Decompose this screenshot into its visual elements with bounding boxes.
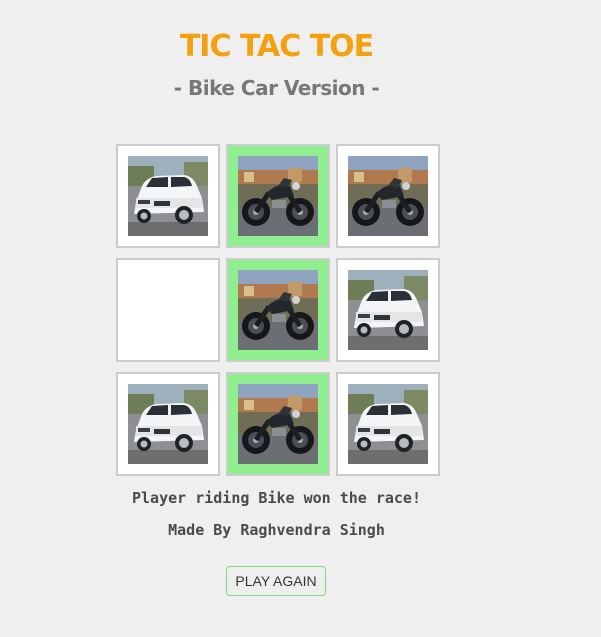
car-icon [128,384,208,464]
board-cell-1[interactable] [116,144,220,248]
bike-icon [238,270,318,350]
credit-line: Made By Raghvendra Singh [168,521,385,539]
car-icon [348,270,428,350]
game-subtitle: - Bike Car Version - [173,76,380,100]
board-cell-6[interactable] [336,258,440,362]
play-again-button[interactable]: PLAY AGAIN [226,566,326,596]
car-icon [128,156,208,236]
board-cell-3[interactable] [336,144,440,248]
bike-icon [238,384,318,464]
game-title: TIC TAC TOE [179,29,374,64]
board-cell-9[interactable] [336,372,440,476]
bike-icon [238,156,318,236]
board-cell-2[interactable] [226,144,330,248]
bike-icon [348,156,428,236]
game-status: Player riding Bike won the race! [132,489,421,507]
board-cell-7[interactable] [116,372,220,476]
board-cell-5[interactable] [226,258,330,362]
board-cell-8[interactable] [226,372,330,476]
game-board [116,144,440,476]
board-cell-4[interactable] [116,258,220,362]
car-icon [348,384,428,464]
